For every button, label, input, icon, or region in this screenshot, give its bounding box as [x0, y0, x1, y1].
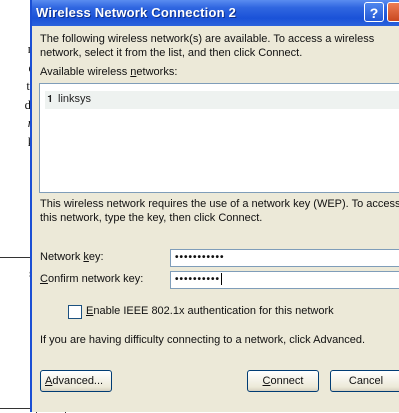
network-key-label: Network key: — [40, 251, 104, 263]
page-text-line: r — [0, 301, 34, 320]
page-text-line: - — [0, 283, 34, 302]
confirm-key-label: Confirm network key: — [40, 273, 144, 285]
page-text-line: r — [0, 320, 34, 339]
intro-text: The following wireless network(s) are av… — [40, 33, 375, 59]
advanced-button[interactable]: Advanced... — [40, 370, 112, 392]
close-button[interactable] — [387, 2, 399, 22]
ieee-8021x-checkbox[interactable] — [68, 305, 82, 319]
page-text-line: s — [0, 264, 34, 283]
page-text-line: k — [0, 133, 34, 152]
dialog-titlebar[interactable]: Wireless Network Connection 2 ? — [32, 0, 399, 26]
page-text-line: t- — [0, 77, 34, 96]
wireless-connection-dialog: Wireless Network Connection 2 ? The foll… — [30, 0, 399, 412]
available-networks-label: Available wireless networks: — [40, 66, 178, 78]
dialog-title: Wireless Network Connection 2 — [36, 5, 237, 20]
trouble-text: If you are having difficulty connecting … — [40, 334, 366, 346]
connect-button[interactable]: Connect — [247, 370, 319, 392]
network-item-linksys[interactable]: 𝟏 linksys — [45, 91, 399, 109]
page-text-line: n — [0, 40, 34, 59]
text-caret — [221, 273, 223, 286]
cancel-button[interactable]: Cancel — [330, 370, 399, 392]
page-text-line: d, — [0, 96, 34, 115]
page-text-fragment-box: s - r r — [0, 264, 34, 338]
help-button[interactable]: ? — [364, 2, 384, 22]
key-required-text: This wireless network requires the use o… — [40, 198, 399, 224]
confirm-key-field[interactable]: •••••••••• — [170, 271, 399, 289]
page-text-line: e — [0, 59, 34, 78]
ieee-8021x-label[interactable]: Enable IEEE 802.1x authentication for th… — [86, 305, 334, 319]
page-text-line: n — [0, 114, 34, 133]
network-name: linksys — [58, 93, 92, 105]
network-key-field[interactable]: ••••••••••• — [170, 249, 399, 267]
antenna-icon: 𝟏 — [47, 94, 53, 105]
page-text-fragment-top: n e t- d, n k — [0, 40, 34, 152]
network-key-value: ••••••••••• — [175, 252, 225, 263]
networks-listbox[interactable]: 𝟏 linksys — [39, 83, 399, 193]
confirm-key-value: •••••••••• — [175, 274, 221, 285]
